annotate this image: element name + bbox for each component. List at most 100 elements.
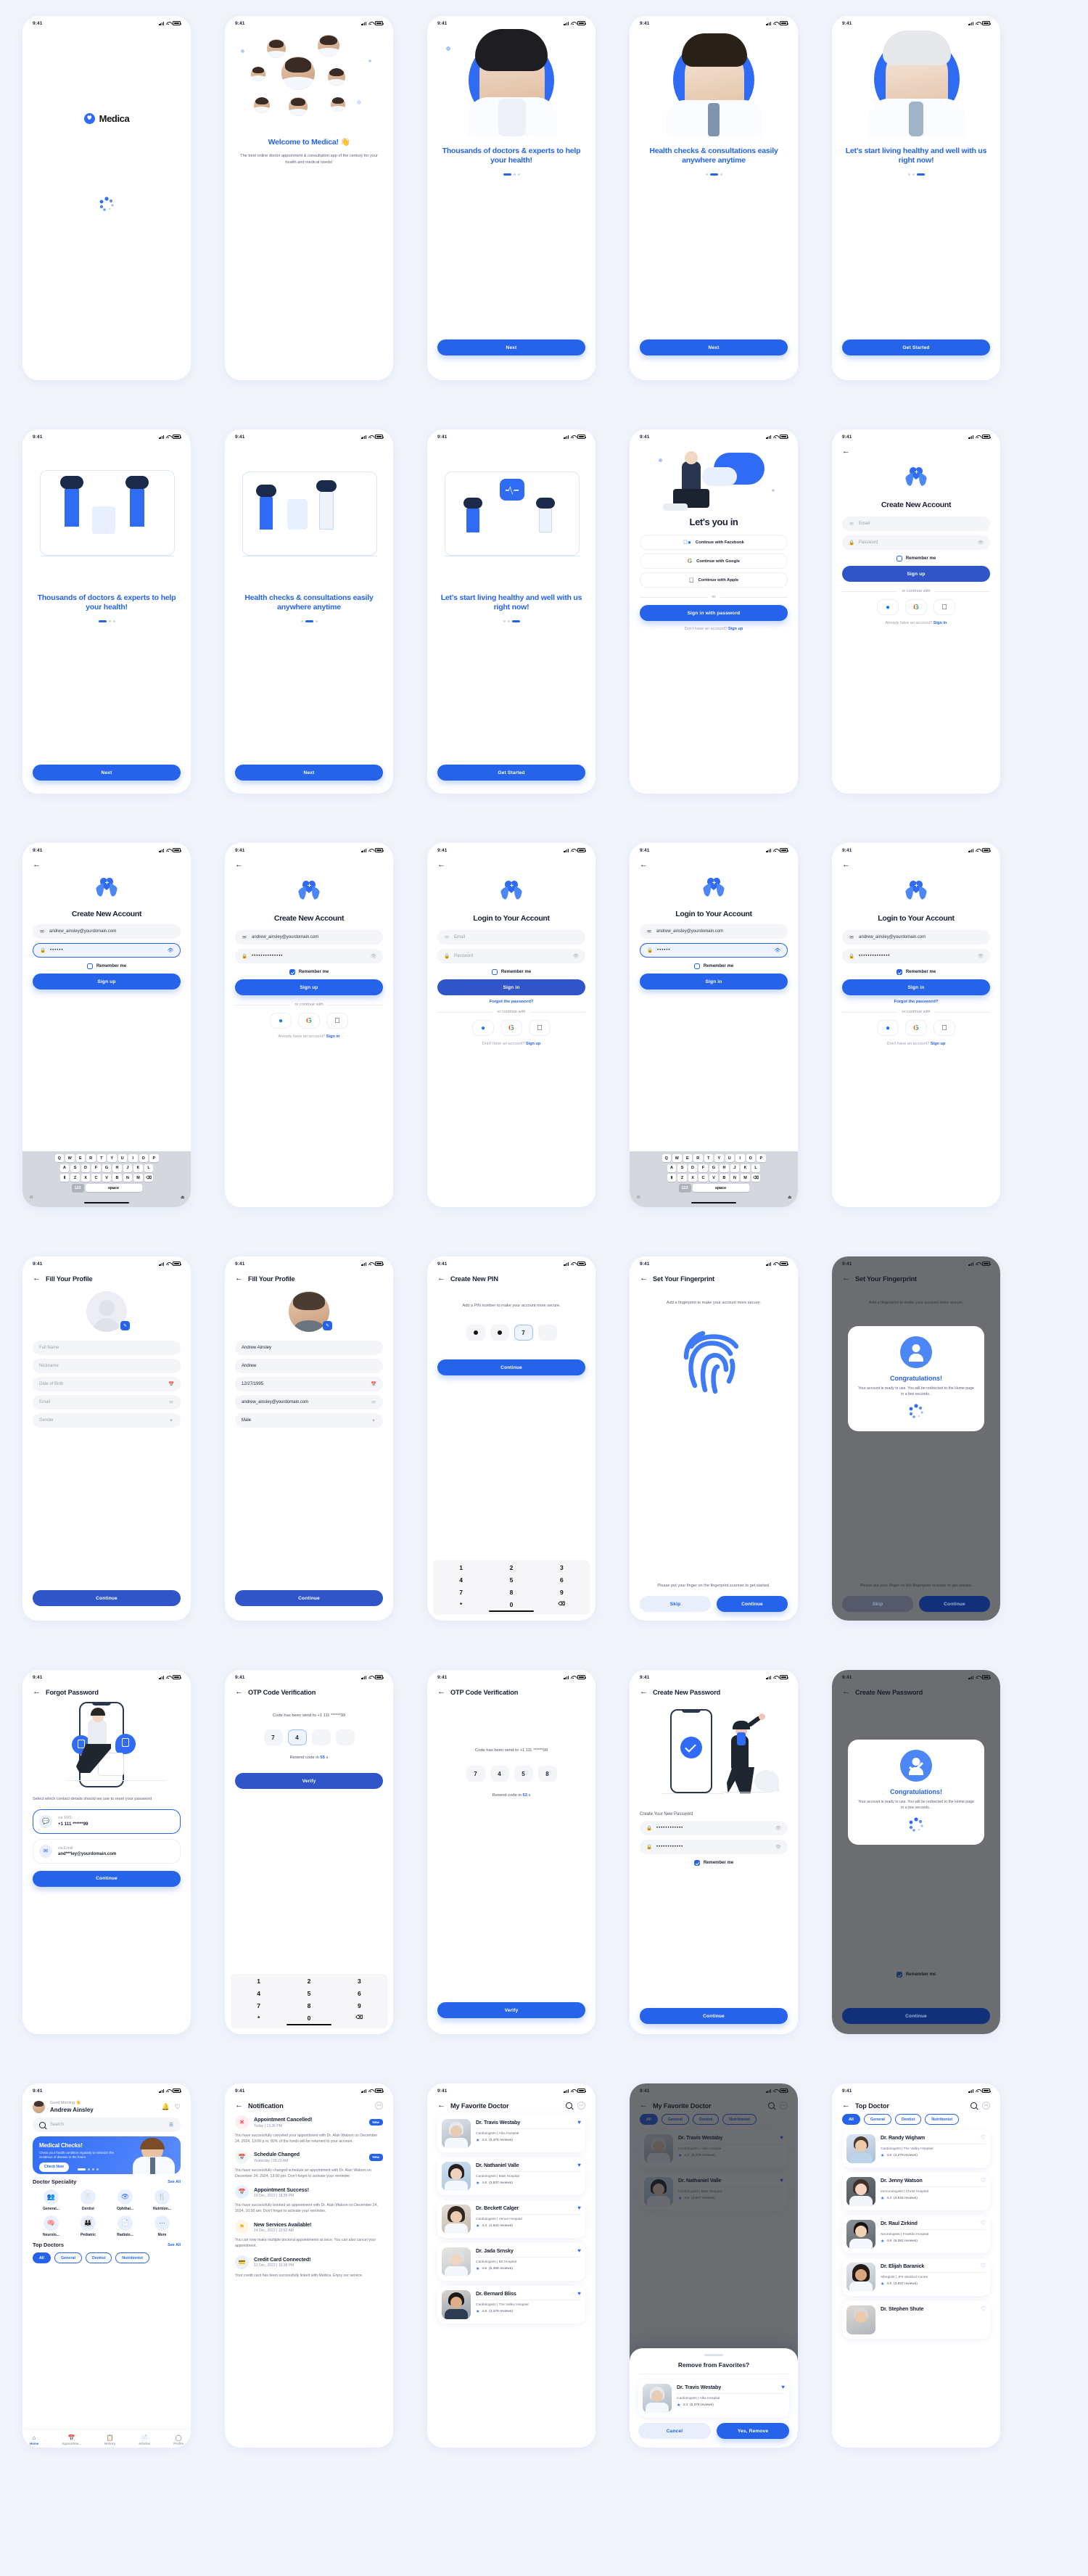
doctor-card[interactable]: Dr. Nathaniel Valle ♥ Cardiologists | B&B… (640, 2173, 788, 2211)
email-field[interactable]: Email ✉ (33, 1395, 181, 1410)
remember-me-checkbox[interactable] (693, 963, 700, 969)
verify-button[interactable]: Verify (437, 2002, 585, 2018)
search-icon[interactable] (768, 2102, 775, 2109)
key[interactable]: D (688, 1164, 698, 1172)
back-icon[interactable]: ← (33, 861, 41, 869)
google-button[interactable]: G (905, 1020, 927, 1036)
search-input[interactable]: Search ☰ (33, 2118, 181, 2132)
notification-item[interactable]: ⚑ New Services Available! 14 Dec, 2022 |… (235, 2220, 383, 2249)
otp-cell[interactable]: 4 (490, 1766, 509, 1782)
key[interactable]: T (704, 1154, 713, 1163)
email-field[interactable]: ✉ andrew_ainsley@yourdomain.com (235, 930, 383, 945)
shift-key[interactable]: ⬆ (59, 1174, 70, 1182)
pin-cell[interactable] (466, 1325, 485, 1341)
emoji-icon[interactable]: ☺ (29, 1195, 34, 1200)
speciality-item[interactable]: 👁 Ophthal... (107, 2189, 144, 2211)
password-field[interactable]: 🔒 •••••••••••••• 👁 (842, 949, 990, 963)
email-field[interactable]: andrew_ainsley@yourdomain.com ✉ (235, 1395, 383, 1410)
dob-field[interactable]: 12/27/1995 📅 (235, 1377, 383, 1391)
key[interactable]: C (91, 1174, 101, 1182)
doctor-card[interactable]: Dr. Jada Srnsky ♥ Cardiologists | Bir Hos… (437, 2243, 585, 2281)
remember-me-checkbox[interactable] (896, 1972, 902, 1978)
speciality-item[interactable]: 👪 Pediatric (70, 2215, 107, 2237)
filter-chip[interactable]: General (54, 2252, 82, 2264)
sign-up-button[interactable]: Sign up (33, 974, 181, 989)
nickname-field[interactable]: Andrew (235, 1359, 383, 1373)
remember-me-checkbox[interactable] (896, 969, 902, 975)
eye-off-icon[interactable]: 👁 (168, 947, 173, 953)
numeric-keypad[interactable]: 123 456 789 * 0 ⌫ (231, 1973, 387, 2028)
sign-in-button[interactable]: Sign in (842, 979, 990, 995)
numpad-key[interactable]: 6 (334, 1990, 384, 1997)
eye-off-icon[interactable]: 👁 (775, 1825, 781, 1831)
doctor-card[interactable]: Dr. Raul Zirkind ♡ Neurologists | Frankli… (842, 2215, 990, 2254)
get-started-button[interactable]: Get Started (437, 765, 585, 781)
key[interactable]: C (698, 1174, 708, 1182)
key[interactable]: Z (677, 1174, 687, 1182)
favorite-heart-icon[interactable]: ♥ (781, 2384, 785, 2390)
numeric-key[interactable]: 123 (678, 1184, 691, 1193)
filter-chip[interactable]: Dentist (894, 2114, 922, 2126)
email-field[interactable]: ✉ andrew_ainsley@yourdomain.com (640, 924, 788, 939)
filter-chip[interactable]: Nutritionist (925, 2114, 959, 2126)
emoji-icon[interactable]: ☺ (636, 1195, 641, 1200)
search-icon[interactable] (566, 2102, 572, 2109)
otp-cell[interactable]: 4 (287, 1729, 307, 1745)
avatar-uploader[interactable]: ✎ (289, 1291, 332, 1332)
remember-me-row[interactable]: Remember me (640, 1860, 788, 1866)
numpad-key[interactable]: 3 (537, 1564, 587, 1571)
back-icon[interactable]: ← (640, 2102, 648, 2110)
remember-me-row[interactable]: Remember me (842, 1972, 990, 1978)
eye-off-icon[interactable]: 👁 (978, 953, 984, 959)
numpad-key[interactable]: 0 (284, 2015, 334, 2022)
continue-button[interactable]: Continue (33, 1590, 181, 1606)
key[interactable]: S (677, 1164, 687, 1172)
key[interactable]: Y (714, 1154, 724, 1163)
favorite-heart-icon[interactable]: ♡ (981, 2134, 986, 2141)
continue-apple-button[interactable]:  Continue with Apple (640, 572, 788, 588)
google-button[interactable]: G (905, 599, 927, 615)
numeric-key[interactable]: 123 (71, 1184, 84, 1193)
key[interactable]: M (133, 1174, 143, 1182)
filter-chip[interactable]: All (33, 2252, 51, 2264)
key[interactable]: V (102, 1174, 112, 1182)
next-button[interactable]: Next (640, 340, 788, 355)
sign-up-link[interactable]: Sign up (931, 1042, 946, 1046)
more-options-icon[interactable]: ⋯ (375, 2102, 383, 2110)
verify-button[interactable]: Verify (235, 1773, 383, 1789)
favorite-heart-icon[interactable]: ♥ (780, 2134, 783, 2141)
check-now-button[interactable]: Check Now (39, 2163, 69, 2172)
key[interactable]: R (693, 1154, 703, 1163)
key[interactable]: V (709, 1174, 719, 1182)
numpad-key[interactable]: 6 (537, 1576, 587, 1584)
key[interactable]: F (91, 1164, 101, 1172)
key[interactable]: B (720, 1174, 729, 1182)
filter-chip[interactable]: Nutritionist (722, 2114, 757, 2126)
sign-up-button[interactable]: Sign up (235, 979, 383, 995)
sign-up-link[interactable]: Sign up (728, 627, 743, 631)
facebook-button[interactable]: ● (270, 1013, 292, 1029)
doctor-card[interactable]: Dr. Travis Westaby ♥ Cardiologists | Alka… (437, 2115, 585, 2152)
cancel-button[interactable]: Cancel (638, 2423, 711, 2439)
speciality-item[interactable]: 👥 General... (33, 2189, 70, 2211)
tab-history[interactable]: 📋 History (104, 2435, 115, 2446)
back-icon[interactable]: ← (640, 1688, 648, 1696)
mic-icon[interactable]: ⏏ (788, 1195, 792, 1200)
key[interactable]: H (720, 1164, 729, 1172)
numpad-key[interactable]: 7 (234, 2002, 284, 2009)
favorite-heart-icon[interactable]: ♡ (981, 2177, 986, 2184)
email-field[interactable]: ✉ Email (842, 517, 990, 531)
dob-field[interactable]: Date of Birth 📅 (33, 1377, 181, 1391)
doctor-card[interactable]: Dr. Beckett Calger ♥ Cardiologists | Venu… (437, 2200, 585, 2238)
remember-me-row[interactable]: Remember me (235, 969, 383, 975)
speciality-item[interactable]: 📄 Radiolo... (107, 2215, 144, 2237)
key[interactable]: H (112, 1164, 122, 1172)
key[interactable]: T (96, 1154, 106, 1163)
favorite-heart-icon[interactable]: ♡ (981, 2305, 986, 2312)
speciality-item[interactable]: ⋯ More (144, 2215, 181, 2237)
password-field[interactable]: 🔒 •••••• 👁 (33, 943, 181, 958)
skip-button[interactable]: Skip (842, 1596, 913, 1612)
gender-field[interactable]: Male ▾ (235, 1413, 383, 1428)
doctor-card[interactable]: Dr. Elijah Baranick ♡ Allergists | JFK Me… (842, 2258, 990, 2297)
pin-cell[interactable] (490, 1325, 509, 1341)
